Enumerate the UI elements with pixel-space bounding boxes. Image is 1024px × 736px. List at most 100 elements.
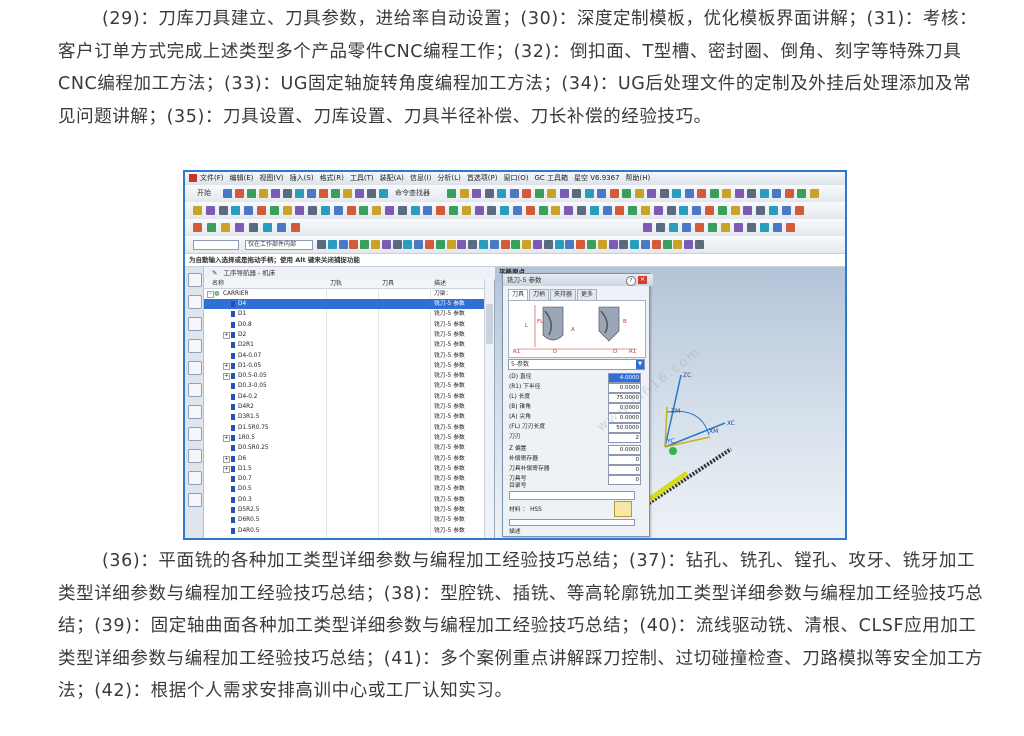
toolbar-button-icon[interactable] bbox=[653, 206, 663, 215]
toolbar-button-icon[interactable] bbox=[446, 240, 456, 249]
toolbar-button-icon[interactable] bbox=[597, 240, 607, 249]
menu-item[interactable]: 装配(A) bbox=[380, 174, 404, 182]
toolbar-button-icon[interactable] bbox=[634, 189, 644, 198]
column-name[interactable]: 名称 bbox=[212, 279, 224, 288]
table-row[interactable]: + D1.5 铣刀-5 参数 bbox=[204, 464, 484, 474]
toolbar-button-icon[interactable] bbox=[359, 206, 369, 215]
table-row[interactable]: D0.5R0.25 铣刀-5 参数 bbox=[204, 443, 484, 453]
toolbar-button-icon[interactable] bbox=[436, 206, 446, 215]
table-row[interactable]: D0.3 铣刀-5 参数 bbox=[204, 495, 484, 505]
tool-type-select[interactable]: 5-参数 ▼ bbox=[508, 359, 645, 370]
toolbar-button-icon[interactable] bbox=[319, 189, 328, 198]
toolbar-button-icon[interactable] bbox=[244, 206, 254, 215]
toolbar-button-icon[interactable] bbox=[682, 223, 691, 232]
toolbar-button-icon[interactable] bbox=[533, 240, 542, 249]
toolbar-button-icon[interactable] bbox=[730, 206, 740, 215]
toolbar-button-icon[interactable] bbox=[282, 206, 292, 215]
help-icon[interactable]: ? bbox=[626, 276, 636, 286]
toolbar-button-icon[interactable] bbox=[218, 206, 228, 215]
toolbar-button-icon[interactable] bbox=[435, 240, 445, 249]
navigator-root-row[interactable]: - ❁ CARRIER 刀架： bbox=[204, 289, 484, 299]
toolbar-button-icon[interactable] bbox=[721, 223, 730, 232]
toolbar-button-icon[interactable] bbox=[263, 223, 272, 232]
toolbar-button-icon[interactable] bbox=[643, 223, 652, 232]
toolbar-button-icon[interactable] bbox=[423, 206, 433, 215]
toolbar-button-icon[interactable] bbox=[500, 206, 510, 215]
toolbar-button-icon[interactable] bbox=[565, 240, 575, 249]
toolbar-button-icon[interactable] bbox=[684, 240, 694, 249]
table-row[interactable]: D1 铣刀-5 参数 bbox=[204, 309, 484, 319]
catalog-field[interactable] bbox=[509, 491, 635, 500]
table-row[interactable]: D2R1 铣刀-5 参数 bbox=[204, 340, 484, 350]
tab-tool[interactable]: 刀具 bbox=[508, 289, 529, 300]
toolbar-button-icon[interactable] bbox=[317, 240, 326, 249]
menu-item[interactable]: 首选项(P) bbox=[467, 174, 498, 182]
toolbar-button-icon[interactable] bbox=[781, 206, 791, 215]
toolbar-button-icon[interactable] bbox=[360, 240, 370, 249]
toolbar-button-icon[interactable] bbox=[769, 206, 778, 215]
toolbar-button-icon[interactable] bbox=[509, 189, 519, 198]
toolbar-button-icon[interactable] bbox=[708, 223, 717, 232]
toolbar-button-icon[interactable] bbox=[589, 206, 599, 215]
resource-tab-icon[interactable] bbox=[188, 361, 202, 375]
toolbar-button-icon[interactable] bbox=[259, 189, 268, 198]
toolbar-button-icon[interactable] bbox=[479, 240, 488, 249]
toolbar-button-icon[interactable] bbox=[522, 240, 532, 249]
resource-tab-icon[interactable] bbox=[188, 383, 202, 397]
resource-tab-icon[interactable] bbox=[188, 471, 202, 485]
table-row[interactable]: D0.7 铣刀-5 参数 bbox=[204, 474, 484, 484]
toolbar-button-icon[interactable] bbox=[695, 240, 704, 249]
table-row[interactable]: D0.3-0.05 铣刀-5 参数 bbox=[204, 381, 484, 391]
toolbar-button-icon[interactable] bbox=[747, 223, 756, 232]
toolbar-button-icon[interactable] bbox=[647, 189, 656, 198]
toolbar-button-icon[interactable] bbox=[705, 206, 714, 215]
toolbar-button-icon[interactable] bbox=[338, 240, 348, 249]
toolbar-button-icon[interactable] bbox=[794, 206, 804, 215]
toolbar-button-icon[interactable] bbox=[346, 206, 356, 215]
toolbar-button-icon[interactable] bbox=[692, 206, 702, 215]
resource-tab-icon[interactable] bbox=[188, 449, 202, 463]
table-row[interactable]: + D0.5-0.05 铣刀-5 参数 bbox=[204, 371, 484, 381]
toolbar-button-icon[interactable] bbox=[457, 240, 467, 249]
toolbar-button-icon[interactable] bbox=[379, 189, 388, 198]
toolbar-button-icon[interactable] bbox=[461, 206, 471, 215]
toolbar-button-icon[interactable] bbox=[538, 206, 548, 215]
toolbar-button-icon[interactable] bbox=[372, 206, 382, 215]
menu-item[interactable]: 文件(F) bbox=[200, 174, 224, 182]
toolbar-button-icon[interactable] bbox=[656, 223, 665, 232]
param-input[interactable]: 2 bbox=[608, 433, 641, 443]
menu-item[interactable]: 视图(V) bbox=[259, 174, 283, 182]
menu-item[interactable]: 帮助(H) bbox=[626, 174, 651, 182]
toolbar-button-icon[interactable] bbox=[247, 189, 256, 198]
toolbar-button-icon[interactable] bbox=[371, 240, 380, 249]
column-path[interactable]: 刀轨 bbox=[330, 279, 342, 288]
toolbar-button-icon[interactable] bbox=[474, 206, 484, 215]
toolbar-button-icon[interactable] bbox=[257, 206, 266, 215]
resource-tab-icon[interactable] bbox=[188, 493, 202, 507]
tab-more[interactable]: 更多 bbox=[577, 289, 598, 300]
toolbar-button-icon[interactable] bbox=[628, 206, 638, 215]
toolbar-button-icon[interactable] bbox=[249, 223, 258, 232]
toolbar-button-icon[interactable] bbox=[697, 189, 706, 198]
expand-icon[interactable]: + bbox=[223, 331, 230, 339]
resource-tab-icon[interactable] bbox=[188, 339, 202, 353]
material-library-button[interactable] bbox=[614, 501, 632, 517]
table-row[interactable]: D4R0.5 铣刀-5 参数 bbox=[204, 526, 484, 536]
table-row[interactable]: D3R1.5 铣刀-5 参数 bbox=[204, 412, 484, 422]
toolbar-button-icon[interactable] bbox=[760, 223, 769, 232]
toolbar-button-icon[interactable] bbox=[331, 189, 340, 198]
toolbar-button-icon[interactable] bbox=[235, 189, 244, 198]
toolbar-button-icon[interactable] bbox=[641, 206, 650, 215]
toolbar-button-icon[interactable] bbox=[525, 206, 535, 215]
toolbar-button-icon[interactable] bbox=[269, 206, 279, 215]
resource-tab-icon[interactable] bbox=[188, 273, 202, 287]
toolbar-button-icon[interactable] bbox=[743, 206, 753, 215]
expand-icon[interactable]: + bbox=[223, 434, 230, 442]
toolbar-button-icon[interactable] bbox=[449, 206, 458, 215]
toolbar-button-icon[interactable] bbox=[784, 189, 794, 198]
resource-tab-icon[interactable] bbox=[188, 405, 202, 419]
toolbar-button-icon[interactable] bbox=[207, 223, 216, 232]
table-row[interactable]: D4R2 铣刀-5 参数 bbox=[204, 402, 484, 412]
toolbar-button-icon[interactable] bbox=[609, 189, 619, 198]
close-icon[interactable]: ✕ bbox=[638, 276, 647, 284]
